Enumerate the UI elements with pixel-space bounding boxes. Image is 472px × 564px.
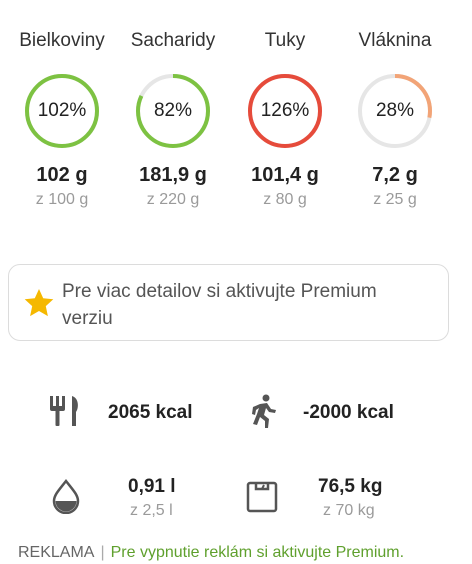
macro-goal: z 100 g [35,191,89,208]
running-person-icon [252,394,276,428]
calories-burned-value: -2000 kcal [303,402,394,423]
weight-goal: z 70 kg [323,502,375,519]
water-drop-icon [52,478,80,514]
premium-text: Pre viac detailov si aktivujte Premium v… [62,281,377,329]
ad-notice: REKLAMA | Pre vypnutie reklám si aktivujte… [18,544,404,562]
percent-label: 126% [260,100,310,121]
premium-banner[interactable]: Pre viac detailov si aktivujte Premium v… [8,264,449,341]
water-stat[interactable]: 0,91 l z 2,5 l [48,476,228,526]
water-goal: z 2,5 l [130,502,173,519]
ad-separator: | [100,544,105,561]
progress-ring: 82% [134,72,212,150]
progress-ring: 102% [23,72,101,150]
ad-premium-link[interactable]: Pre vypnutie reklám si aktivujte Premium… [111,544,404,561]
macro-goal: z 25 g [373,191,417,208]
macro-name: Tuky [264,30,306,51]
macro-protein[interactable]: Bielkoviny 102% 102 g z 100 g [7,28,117,209]
macro-name: Vláknina [358,30,432,51]
progress-ring: 28% [356,72,434,150]
macro-carbs[interactable]: Sacharidy 82% 181,9 g z 220 g [118,28,228,209]
macro-name: Sacharidy [130,30,216,51]
calories-eaten-stat[interactable]: 2065 kcal [48,394,228,434]
water-value: 0,91 l [128,476,176,497]
scale-icon [246,481,278,513]
star-icon [24,289,54,317]
calories-burned-stat[interactable]: -2000 kcal [245,394,425,434]
percent-label: 102% [37,100,87,121]
macro-goal: z 220 g [146,191,200,208]
macro-summary: Bielkoviny 102% 102 g z 100 g Sacharidy … [0,28,472,228]
macro-value: 7,2 g [372,164,418,186]
percent-label: 82% [153,100,193,121]
weight-value: 76,5 kg [318,476,383,497]
fork-knife-icon [50,396,78,426]
macro-value: 102 g [36,164,88,186]
macro-value: 101,4 g [251,164,319,186]
percent-label: 28% [375,100,415,121]
progress-ring: 126% [246,72,324,150]
ad-tag: REKLAMA [18,544,95,561]
macro-fat[interactable]: Tuky 126% 101,4 g z 80 g [230,28,340,209]
macro-goal: z 80 g [263,191,307,208]
weight-stat[interactable]: 76,5 kg z 70 kg [245,476,425,526]
macro-fiber[interactable]: Vláknina 28% 7,2 g z 25 g [340,28,450,209]
macro-name: Bielkoviny [19,30,105,51]
macro-value: 181,9 g [139,164,207,186]
calories-eaten-value: 2065 kcal [108,402,193,423]
